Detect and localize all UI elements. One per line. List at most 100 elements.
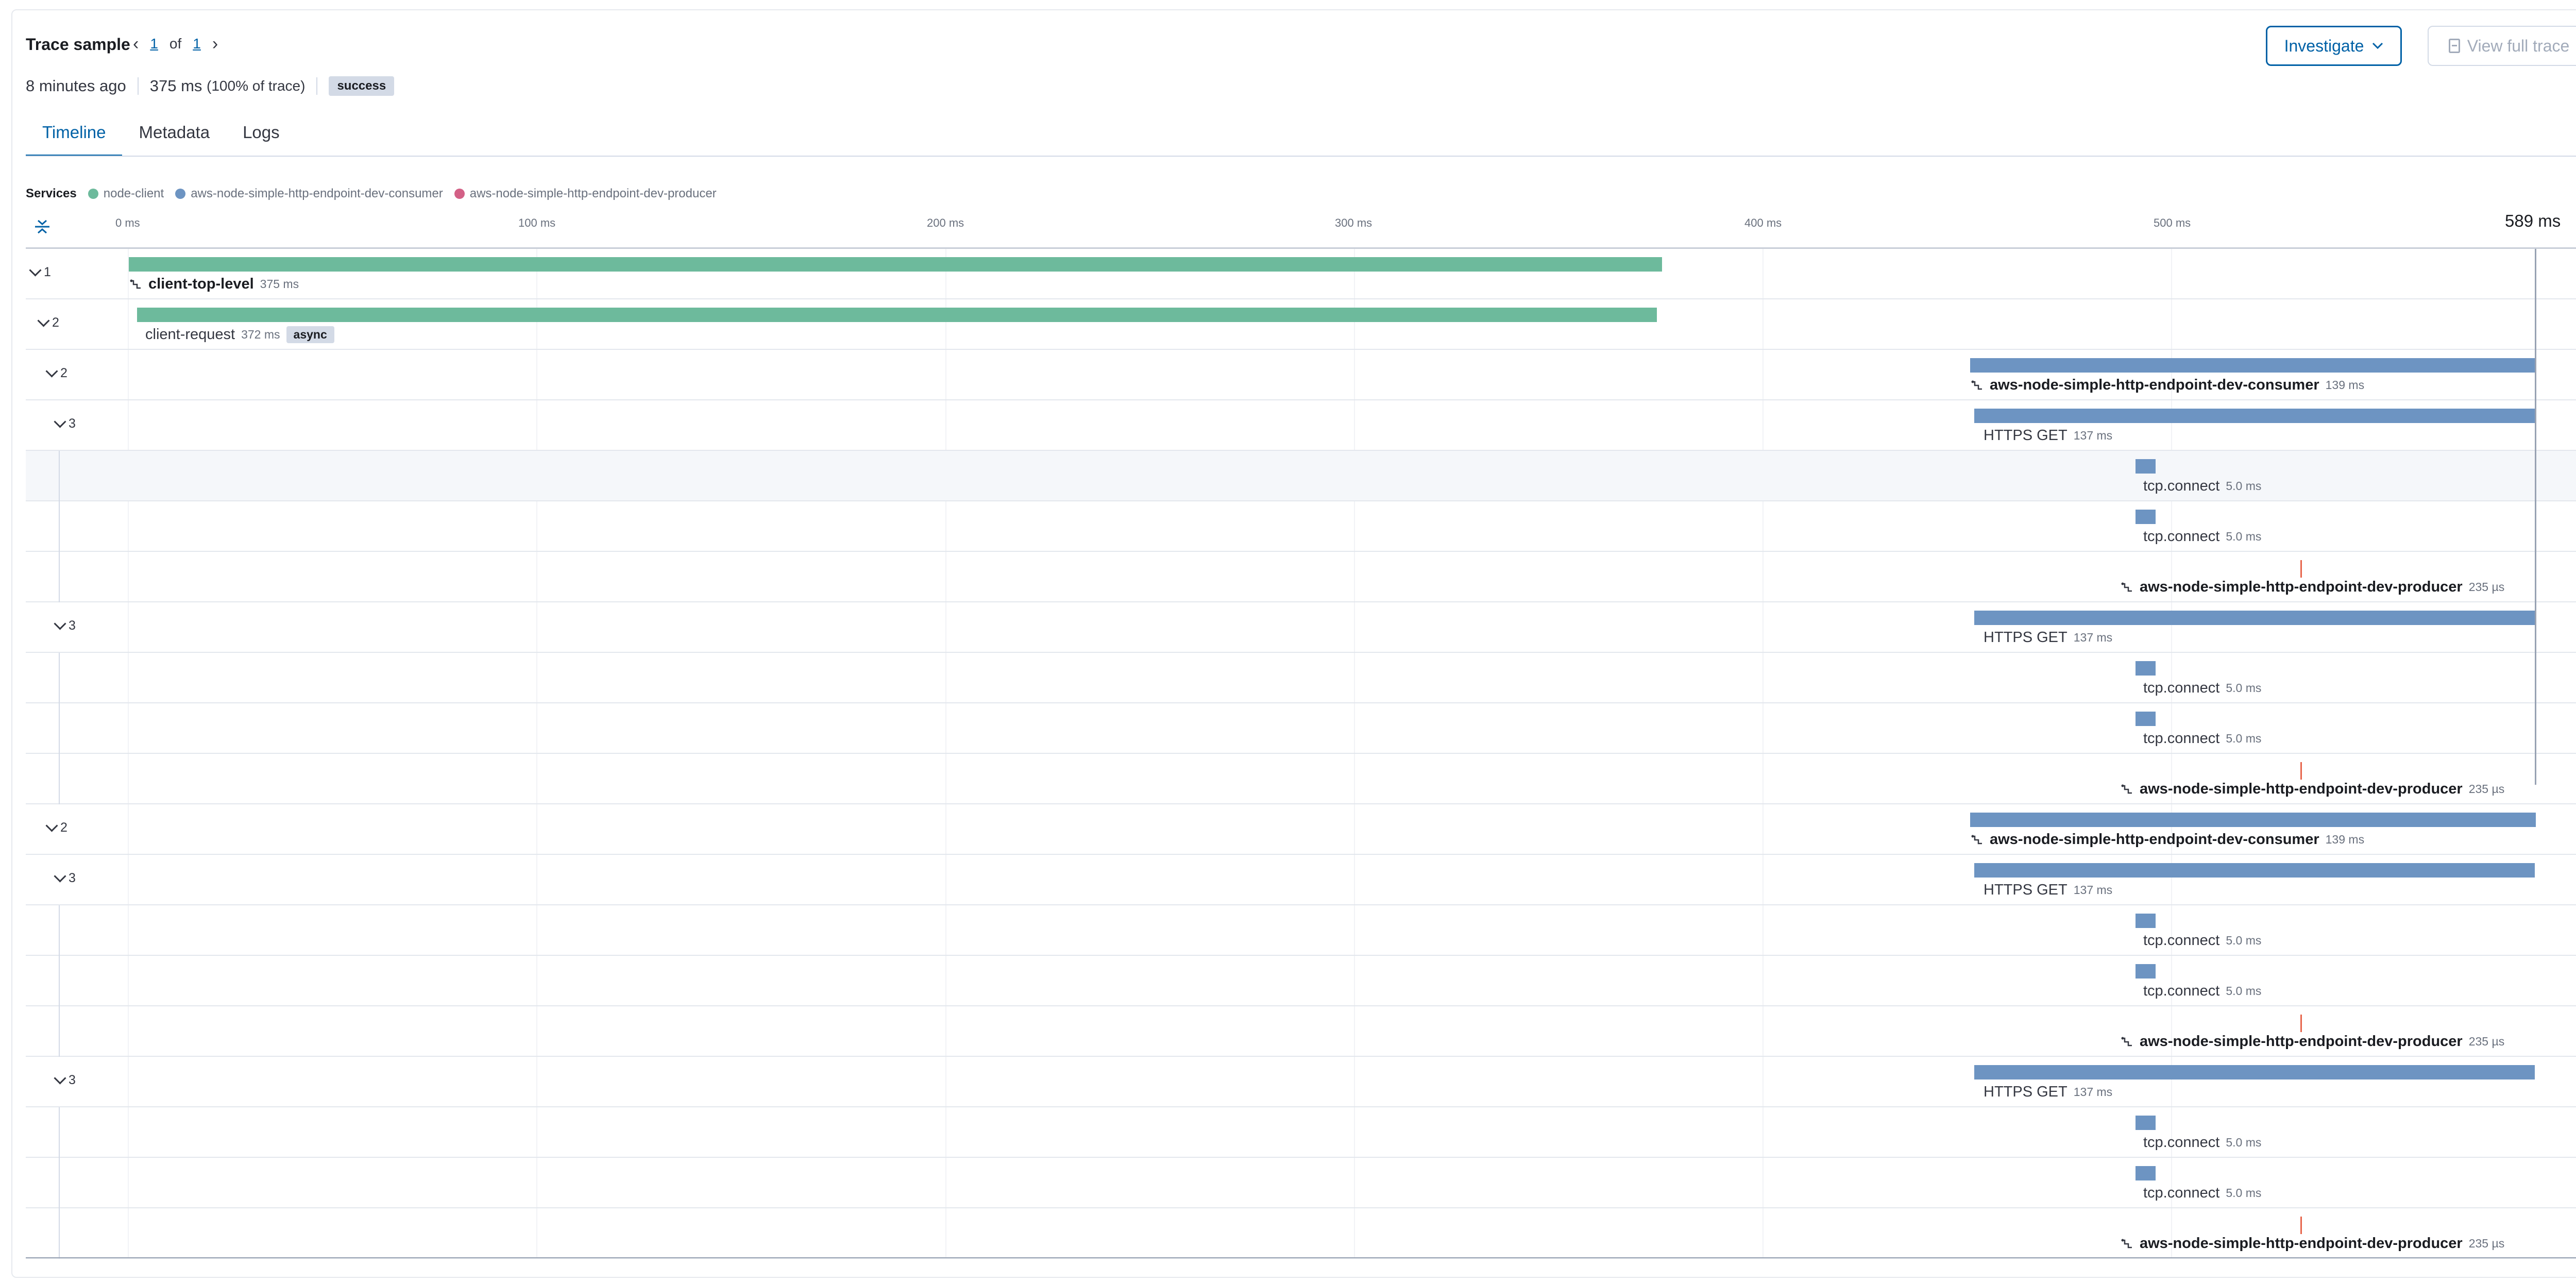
span-bar[interactable] — [2300, 762, 2302, 780]
span-label: tcp.connect 5.0 ms — [2143, 730, 2261, 747]
span-row[interactable] — [26, 602, 2576, 653]
span-label: aws-node-simple-http-endpoint-dev-produc… — [2120, 579, 2504, 596]
span-bar[interactable] — [2136, 914, 2156, 928]
span-bar[interactable] — [1974, 611, 2535, 625]
span-bar[interactable] — [137, 308, 1657, 322]
span-name: tcp.connect — [2143, 528, 2220, 545]
services-label: Services — [26, 187, 77, 200]
span-duration: 235 µs — [2468, 580, 2505, 594]
span-row[interactable] — [26, 1057, 2576, 1107]
pager-of: of — [169, 36, 182, 52]
span-row[interactable] — [26, 249, 2576, 299]
span-duration: 5.0 ms — [2226, 1186, 2262, 1200]
row-collapse-toggle[interactable]: 2 — [45, 819, 67, 835]
page-title: Trace sample — [26, 35, 130, 54]
span-bar[interactable] — [2300, 1015, 2302, 1032]
service-legend-item: aws-node-simple-http-endpoint-dev-produc… — [454, 187, 717, 201]
chevron-right-icon[interactable]: › — [212, 35, 218, 53]
axis-tick-label: 100 ms — [518, 216, 556, 229]
span-row[interactable] — [26, 400, 2576, 451]
span-duration: 139 ms — [2325, 833, 2365, 846]
trace-duration-percent: (100% of trace) — [207, 78, 306, 94]
transaction-icon — [2121, 582, 2132, 592]
chevron-down-icon — [45, 819, 58, 832]
span-row[interactable] — [26, 299, 2576, 350]
span-duration: 5.0 ms — [2226, 984, 2262, 998]
span-bar[interactable] — [2136, 510, 2156, 524]
span-bar[interactable] — [2136, 1166, 2156, 1180]
span-bar[interactable] — [2136, 459, 2156, 474]
indent-guide — [59, 1208, 60, 1259]
child-count: 3 — [69, 416, 76, 431]
span-name: aws-node-simple-http-endpoint-dev-produc… — [2140, 579, 2463, 595]
indent-guide — [59, 653, 60, 703]
span-name: tcp.connect — [2143, 1185, 2220, 1201]
span-bar[interactable] — [1970, 358, 2536, 373]
row-collapse-toggle[interactable]: 2 — [45, 364, 67, 381]
collapse-all-icon[interactable] — [34, 218, 50, 235]
investigate-label: Investigate — [2284, 36, 2364, 55]
chevron-down-icon — [37, 314, 50, 327]
span-name: HTTPS GET — [1984, 1084, 2067, 1100]
span-bar[interactable] — [1970, 813, 2536, 827]
span-label: tcp.connect 5.0 ms — [2143, 680, 2261, 697]
service-legend-item: aws-node-simple-http-endpoint-dev-consum… — [175, 187, 443, 201]
span-bar[interactable] — [2136, 964, 2156, 979]
waterfall-bottom-border — [26, 1257, 2576, 1258]
span-bar[interactable] — [1974, 863, 2535, 878]
indent-guide — [59, 1006, 60, 1057]
tab-timeline[interactable]: Timeline — [26, 120, 123, 157]
chevron-left-icon[interactable]: ‹ — [133, 35, 139, 53]
investigate-button[interactable]: Investigate — [2266, 26, 2402, 66]
row-collapse-toggle[interactable]: 3 — [54, 1071, 76, 1088]
span-duration: 137 ms — [2073, 631, 2113, 644]
span-duration: 235 µs — [2468, 782, 2505, 796]
indent-guide — [59, 1107, 60, 1158]
span-duration: 5.0 ms — [2226, 1136, 2262, 1149]
row-collapse-toggle[interactable]: 3 — [54, 869, 76, 886]
row-collapse-toggle[interactable]: 2 — [37, 314, 59, 330]
trace-end-line — [2535, 249, 2536, 785]
divider — [137, 77, 139, 95]
span-label: tcp.connect 5.0 ms — [2143, 932, 2261, 949]
span-duration: 137 ms — [2073, 883, 2113, 897]
tab-logs[interactable]: Logs — [226, 120, 296, 157]
view-full-trace-button[interactable]: View full trace — [2428, 26, 2576, 66]
span-duration: 137 ms — [2073, 429, 2113, 442]
pager-current[interactable]: 1 — [150, 36, 158, 52]
span-bar[interactable] — [2136, 712, 2156, 726]
span-bar[interactable] — [2136, 1116, 2156, 1130]
row-collapse-toggle[interactable]: 3 — [54, 617, 76, 633]
span-duration: 5.0 ms — [2226, 732, 2262, 745]
span-label: HTTPS GET 137 ms — [1984, 882, 2112, 899]
span-name: HTTPS GET — [1984, 427, 2067, 444]
span-duration: 5.0 ms — [2226, 479, 2262, 493]
trace-summary: 8 minutes ago 375 ms (100% of trace) suc… — [26, 76, 395, 96]
span-duration: 139 ms — [2325, 378, 2365, 392]
span-duration: 5.0 ms — [2226, 934, 2262, 947]
span-bar[interactable] — [1974, 1065, 2535, 1079]
service-color-dot — [88, 189, 98, 199]
span-label: HTTPS GET 137 ms — [1984, 629, 2112, 646]
pager-total[interactable]: 1 — [193, 36, 201, 52]
axis-tick-label: 400 ms — [1744, 216, 1782, 229]
span-row[interactable] — [26, 855, 2576, 905]
transaction-icon — [2121, 1037, 2132, 1046]
child-count: 2 — [60, 820, 67, 835]
span-bar[interactable] — [2300, 560, 2302, 578]
span-label: tcp.connect 5.0 ms — [2143, 1134, 2261, 1151]
span-bar[interactable] — [2136, 661, 2156, 676]
span-label: aws-node-simple-http-endpoint-dev-produc… — [2120, 1235, 2504, 1252]
span-name: tcp.connect — [2143, 983, 2220, 999]
span-label: aws-node-simple-http-endpoint-dev-consum… — [1970, 377, 2364, 394]
span-bar[interactable] — [2300, 1217, 2302, 1234]
row-collapse-toggle[interactable]: 1 — [29, 263, 51, 280]
span-bar[interactable] — [129, 257, 1662, 272]
service-legend-item: node-client — [88, 187, 164, 201]
row-collapse-toggle[interactable]: 3 — [54, 415, 76, 431]
tab-metadata[interactable]: Metadata — [122, 120, 226, 157]
span-name: aws-node-simple-http-endpoint-dev-consum… — [1990, 831, 2319, 848]
span-bar[interactable] — [1974, 409, 2535, 423]
services-legend: Services node-client aws-node-simple-htt… — [26, 187, 728, 201]
tab-bar: Timeline Metadata Logs — [26, 120, 296, 157]
